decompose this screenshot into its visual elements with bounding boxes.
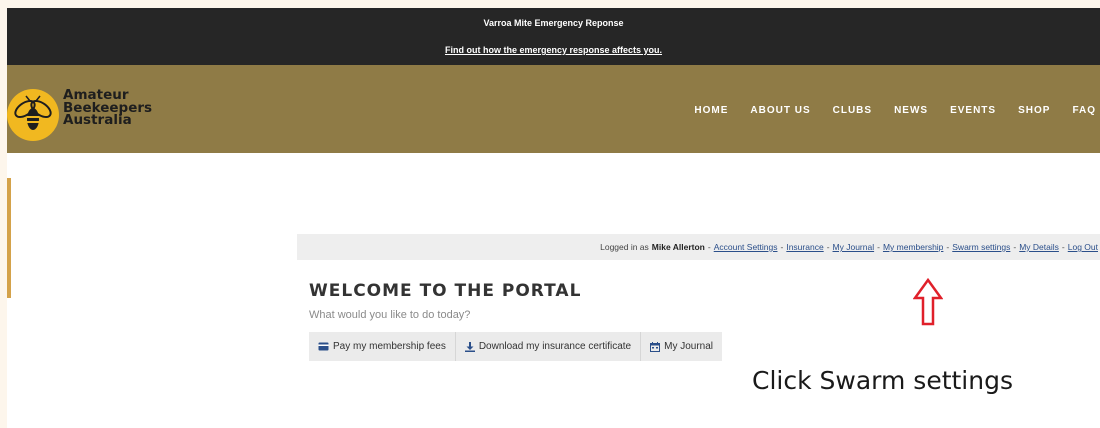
pay-membership-button[interactable]: Pay my membership fees [309,332,456,361]
separator: - [707,242,711,252]
my-journal-button[interactable]: My Journal [641,332,723,361]
site-logo-text[interactable]: Amateur Beekeepers Australia [63,89,152,127]
nav-faq[interactable]: FAQ [1072,105,1096,116]
button-label: Pay my membership fees [333,341,446,352]
separator: - [1013,242,1017,252]
nav-about-us[interactable]: ABOUT US [750,105,810,116]
my-details-link[interactable]: My Details [1019,242,1059,252]
separator: - [946,242,950,252]
up-arrow-annotation-icon [913,278,943,326]
browser-page: Varroa Mite Emergency Reponse Find out h… [7,8,1100,428]
nav-events[interactable]: EVENTS [950,105,996,116]
nav-news[interactable]: NEWS [894,105,928,116]
separator: - [826,242,830,252]
swarm-settings-link[interactable]: Swarm settings [952,242,1010,252]
main-nav: HOME ABOUT US CLUBS NEWS EVENTS SHOP FAQ [694,105,1100,116]
button-label: My Journal [664,341,714,352]
calendar-icon [650,341,661,352]
login-status-bar: Logged in as Mike Allerton - Account Set… [297,234,1100,260]
credit-card-icon [318,342,329,351]
my-journal-link[interactable]: My Journal [833,242,875,252]
download-icon [464,341,475,352]
separator: - [1061,242,1065,252]
emergency-alert-bar: Varroa Mite Emergency Reponse Find out h… [7,8,1100,65]
page-title: WELCOME TO THE PORTAL [309,281,582,301]
button-label: Download my insurance certificate [478,341,632,352]
bee-icon[interactable] [7,89,59,141]
my-membership-link[interactable]: My membership [883,242,943,252]
nav-home[interactable]: HOME [694,105,728,116]
separator: - [877,242,880,252]
alert-link[interactable]: Find out how the emergency response affe… [7,45,1100,55]
instruction-annotation: Click Swarm settings [752,366,1013,395]
nav-clubs[interactable]: CLUBS [833,105,872,116]
insurance-link[interactable]: Insurance [786,242,823,252]
portal-action-buttons: Pay my membership fees Download my insur… [309,332,723,361]
logo-line-3: Australia [63,112,132,128]
log-out-link[interactable]: Log Out [1068,242,1098,252]
page-subtitle: What would you like to do today? [309,309,471,321]
separator: - [780,242,784,252]
side-accent-bar [7,178,11,298]
login-user-name: Mike Allerton [651,242,705,252]
download-insurance-button[interactable]: Download my insurance certificate [455,332,642,361]
nav-shop[interactable]: SHOP [1018,105,1050,116]
main-header: Amateur Beekeepers Australia HOME ABOUT … [7,65,1100,153]
alert-title: Varroa Mite Emergency Reponse [483,18,624,28]
account-settings-link[interactable]: Account Settings [714,242,778,252]
portal-section: Logged in as Mike Allerton - Account Set… [297,234,1100,361]
login-prefix: Logged in as [600,242,649,252]
